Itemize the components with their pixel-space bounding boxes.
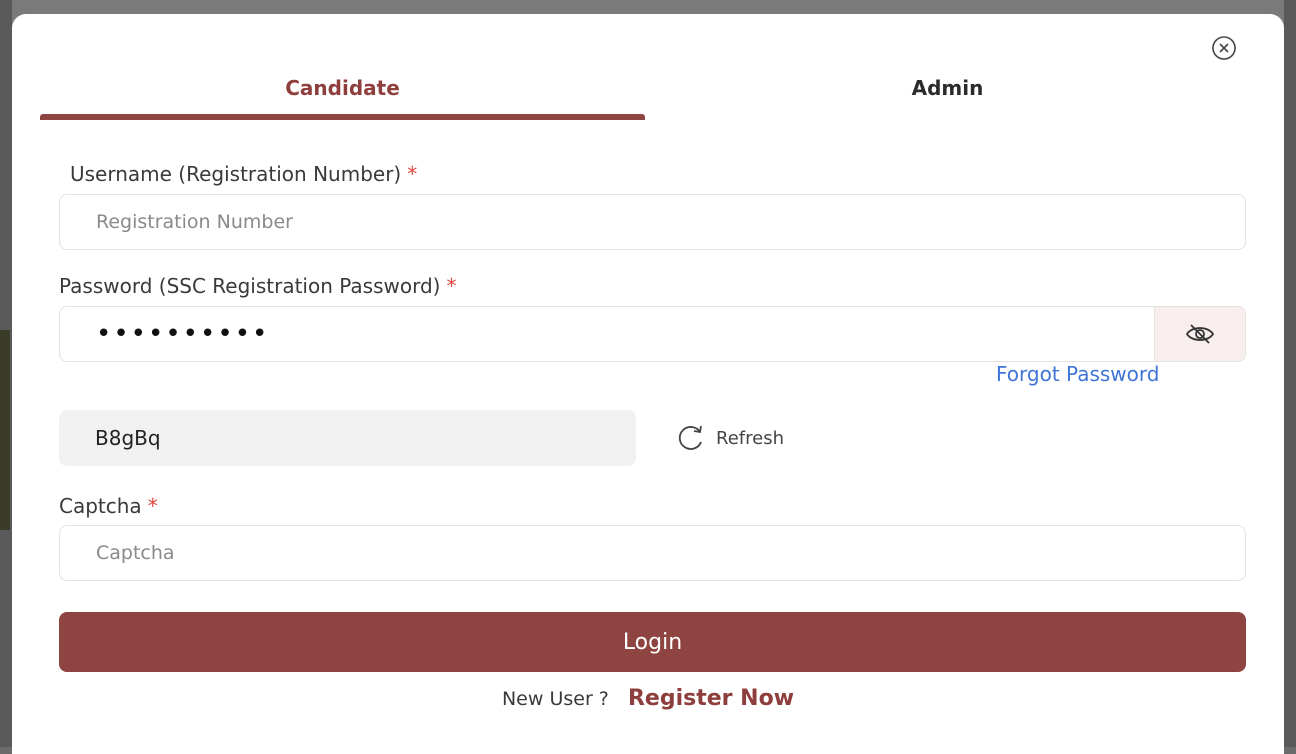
captcha-label: Captcha * <box>59 494 158 518</box>
toggle-password-visibility-button[interactable] <box>1154 307 1245 361</box>
password-label: Password (SSC Registration Password) * <box>59 274 456 298</box>
close-icon <box>1212 36 1236 60</box>
password-label-text: Password (SSC Registration Password) <box>59 274 441 298</box>
captcha-input[interactable] <box>59 525 1246 581</box>
tab-admin[interactable]: Admin <box>645 70 1250 122</box>
required-mark: * <box>407 162 418 186</box>
backdrop-edge <box>0 330 10 530</box>
login-button[interactable]: Login <box>59 612 1246 672</box>
username-label: Username (Registration Number) * <box>70 162 417 186</box>
refresh-icon <box>678 425 702 450</box>
new-user-text: New User ? <box>501 688 609 710</box>
required-mark: * <box>446 274 457 298</box>
eye-slash-icon <box>1185 324 1215 344</box>
refresh-label: Refresh <box>716 427 784 449</box>
username-label-text: Username (Registration Number) <box>70 162 402 186</box>
close-button[interactable] <box>1210 34 1238 62</box>
username-input[interactable] <box>59 194 1246 250</box>
password-field <box>59 306 1246 362</box>
captcha-code: B8gBq <box>59 410 636 466</box>
login-modal: Candidate Admin Username (Registration N… <box>12 14 1284 754</box>
login-tabs: Candidate Admin <box>40 70 1250 122</box>
register-now-link[interactable]: Register Now <box>628 686 794 711</box>
active-tab-indicator <box>40 114 645 120</box>
refresh-captcha-button[interactable]: Refresh <box>676 422 784 454</box>
forgot-password-link[interactable]: Forgot Password <box>996 362 1159 386</box>
register-prompt: New User ? Register Now <box>12 686 1284 711</box>
password-input[interactable] <box>60 307 1155 361</box>
required-mark: * <box>147 494 158 518</box>
captcha-label-text: Captcha <box>59 494 142 518</box>
